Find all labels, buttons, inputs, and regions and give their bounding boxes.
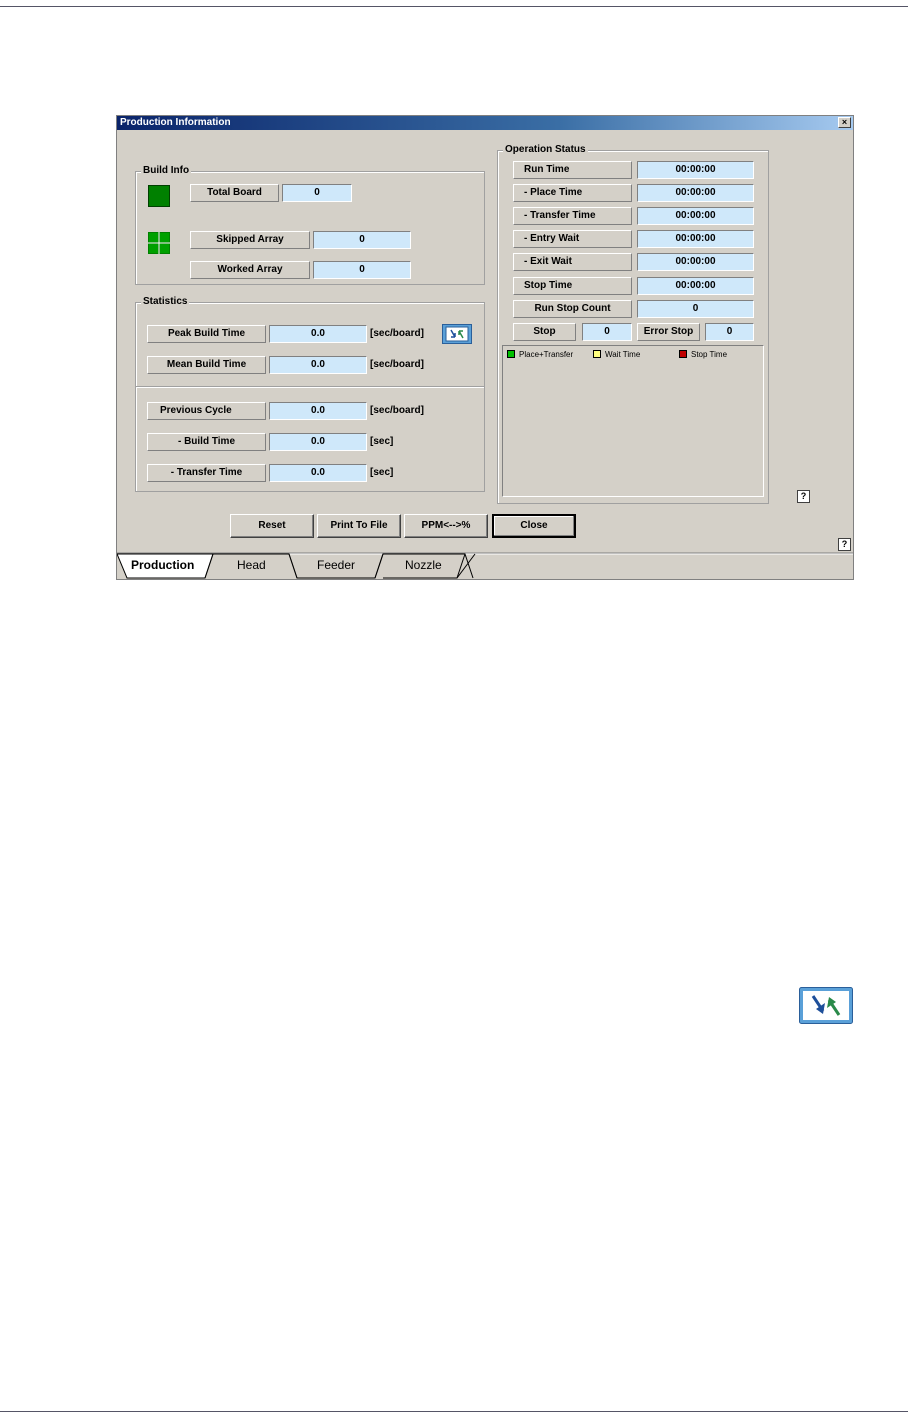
close-button[interactable]: Close [492, 514, 576, 538]
previous-cycle-label: Previous Cycle [147, 402, 266, 420]
refresh-icon-large [799, 987, 853, 1024]
build-time-label: - Build Time [147, 433, 266, 451]
legend-swatch-stop-time [679, 350, 687, 358]
ppm-toggle-button[interactable]: PPM<-->% [404, 514, 488, 538]
tab-outline [117, 552, 853, 579]
page-top-rule [0, 6, 908, 7]
legend-place-transfer-text: Place+Transfer [519, 350, 574, 359]
mean-build-time-unit: [sec/board] [370, 359, 424, 370]
place-time-label: - Place Time [513, 184, 632, 202]
transfer-time-unit: [sec] [370, 467, 394, 478]
statistics-divider [136, 386, 484, 388]
peak-build-time-unit: [sec/board] [370, 328, 424, 339]
build-time-value: 0.0 [269, 433, 367, 451]
stop-label: Stop [513, 323, 576, 341]
entry-wait-label: - Entry Wait [513, 230, 632, 248]
error-stop-label: Error Stop [637, 323, 700, 341]
exit-wait-label: - Exit Wait [513, 253, 632, 271]
op-transfer-time-label: - Transfer Time [513, 207, 632, 225]
tab-feeder[interactable]: Feeder [317, 558, 355, 572]
skipped-array-label: Skipped Array [190, 231, 310, 249]
refresh-icon [445, 326, 469, 342]
run-time-value: 00:00:00 [637, 161, 754, 179]
tab-bar: Production Head Feeder Nozzle [117, 552, 853, 579]
tab-head[interactable]: Head [237, 558, 266, 572]
build-time-unit: [sec] [370, 436, 394, 447]
window-help-button[interactable]: ? [838, 538, 851, 551]
skipped-array-value: 0 [313, 231, 411, 249]
transfer-time-value: 0.0 [269, 464, 367, 482]
operation-status-label: Operation Status [503, 144, 588, 156]
legend-place-transfer: Place+Transfer [507, 350, 573, 360]
place-time-value: 00:00:00 [637, 184, 754, 202]
total-board-label: Total Board [190, 184, 279, 202]
title-bar[interactable]: Production Information × [117, 116, 853, 130]
legend-stop-time-text: Stop Time [691, 350, 728, 359]
mean-build-time-label: Mean Build Time [147, 356, 266, 374]
transfer-time-label: - Transfer Time [147, 464, 266, 482]
legend-stop-time: Stop Time [679, 350, 727, 360]
legend-wait-time: Wait Time [593, 350, 640, 360]
window-close-button[interactable]: × [838, 117, 851, 128]
production-information-window: Production Information × Build Info Tota… [116, 115, 854, 580]
array-icon [148, 232, 170, 254]
statistics-label: Statistics [141, 296, 190, 308]
total-board-value: 0 [282, 184, 352, 202]
refresh-button[interactable] [442, 324, 472, 344]
print-to-file-button[interactable]: Print To File [317, 514, 401, 538]
entry-wait-value: 00:00:00 [637, 230, 754, 248]
error-stop-value: 0 [705, 323, 754, 341]
mean-build-time-value: 0.0 [269, 356, 367, 374]
board-icon [148, 185, 170, 207]
run-time-label: Run Time [513, 161, 632, 179]
peak-build-time-label: Peak Build Time [147, 325, 266, 343]
legend-wait-time-text: Wait Time [605, 350, 641, 359]
legend-swatch-wait-time [593, 350, 601, 358]
page-bottom-rule [0, 1411, 908, 1412]
stop-time-label: Stop Time [513, 277, 632, 295]
refresh-icon [799, 987, 853, 1024]
operation-help-button[interactable]: ? [797, 490, 810, 503]
tab-nozzle[interactable]: Nozzle [405, 558, 442, 572]
run-stop-count-label: Run Stop Count [513, 300, 632, 318]
tab-production[interactable]: Production [131, 558, 194, 572]
worked-array-value: 0 [313, 261, 411, 279]
stop-time-value: 00:00:00 [637, 277, 754, 295]
operation-chart-area: Place+Transfer Wait Time Stop Time [502, 345, 764, 497]
stop-value: 0 [582, 323, 632, 341]
worked-array-label: Worked Array [190, 261, 310, 279]
run-stop-count-value: 0 [637, 300, 754, 318]
build-info-label: Build Info [141, 165, 192, 177]
previous-cycle-unit: [sec/board] [370, 405, 424, 416]
previous-cycle-value: 0.0 [269, 402, 367, 420]
op-transfer-time-value: 00:00:00 [637, 207, 754, 225]
reset-button[interactable]: Reset [230, 514, 314, 538]
legend-swatch-place-transfer [507, 350, 515, 358]
peak-build-time-value: 0.0 [269, 325, 367, 343]
exit-wait-value: 00:00:00 [637, 253, 754, 271]
window-title: Production Information [120, 117, 231, 128]
